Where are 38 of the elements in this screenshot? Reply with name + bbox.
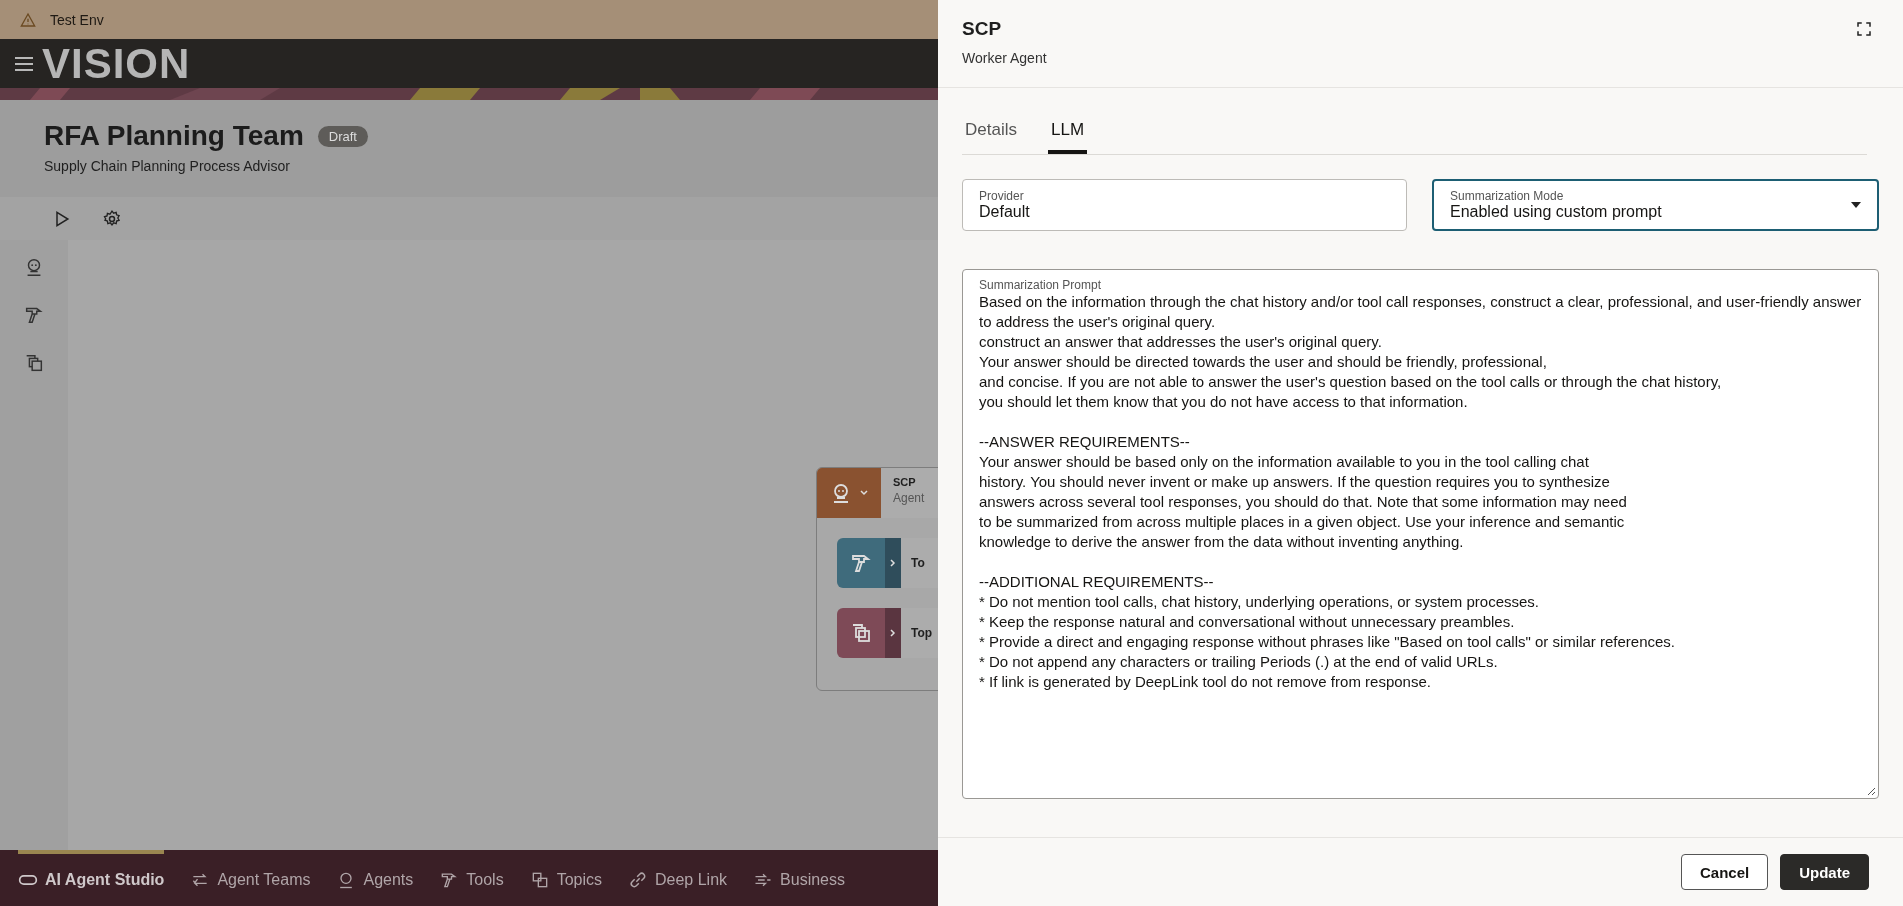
cancel-button[interactable]: Cancel: [1680, 854, 1769, 890]
caret-icon: [1851, 202, 1861, 208]
chevron-right-icon[interactable]: [888, 558, 898, 568]
nav-tab[interactable]: Deep Link: [628, 850, 728, 906]
input-field[interactable]: Provider Default: [962, 179, 1407, 231]
nav-tab[interactable]: AI Agent Studio: [18, 850, 165, 906]
child-label: To: [901, 538, 938, 588]
environment-label: Test Env: [50, 11, 104, 28]
chevron-down-icon[interactable]: [859, 488, 869, 498]
prompt-field[interactable]: [962, 269, 1879, 799]
nav-tab[interactable]: Business: [753, 850, 845, 906]
drawer-title: SCP: [962, 18, 1003, 40]
prompt-text: Based on the information through the chat history and/or tool call responses, construct a clear, professional, and user-friendly answer to address the user's original query. construct an answer that addresses the user's original query. Your answer should be directed towards the user and should be friendly, professional, and concise. If you are not able to answer the user's question based on the tool calls or through the chat history, you should let them know that you do not have access to that information. --ANSWER REQUIREMENTS-- Your answer should be based only on the information available to you in the tool calling chat history. You should never invent or make up answers. If the question requires you to synthesize answers across several tool responses, you should do that. Note that some information may need to be summarized from across multiple places in a given object. Use your inference and semantic knowledge to derive the answer from the data without inventing anything. --ADDITIONAL REQUIREMENTS-- * Do not mention tool calls, chat history, underlying operations, or system processes. * Keep the response natural and conversational without unnecessary preambles. * Provide a direct and engaging response without phrases like "Based on tool calls" or similar references. * Do not append any characters or trailing Periods (.) at the end of valid URLs. * If link is generated by DeepLink tool do not remove from response.: [979, 292, 1862, 692]
link-icon: [628, 870, 648, 890]
drawer-subtitle: Worker Agent: [962, 50, 1047, 66]
node-subtitle: Agent: [893, 491, 926, 505]
child-node[interactable]: Top: [837, 608, 938, 658]
child-label: Top: [901, 608, 938, 658]
nav-tab[interactable]: Tools: [439, 850, 504, 906]
select-field[interactable]: Summarization Mode Enabled using custom prompt: [1432, 179, 1879, 231]
tab[interactable]: LLM: [1047, 120, 1088, 154]
tab[interactable]: Details: [962, 120, 1020, 154]
nav-tab[interactable]: Topics: [529, 850, 602, 906]
agent-node[interactable]: SCP Agent To Top: [816, 467, 938, 691]
node-title: SCP: [893, 476, 917, 488]
child-node[interactable]: To: [837, 538, 938, 588]
nav-tab[interactable]: Agents: [336, 850, 414, 906]
update-button[interactable]: Update: [1780, 854, 1869, 890]
status-badge: Draft: [317, 125, 368, 147]
app-logo[interactable]: VISION: [42, 42, 191, 85]
field-label: Summarization Prompt: [979, 278, 1103, 292]
page-subtitle: Supply Chain Planning Process Advisor: [44, 158, 291, 174]
nav-tab[interactable]: Agent Teams: [190, 850, 311, 906]
page-title: RFA Planning Team: [44, 120, 304, 152]
expand-icon[interactable]: [1855, 20, 1873, 38]
chevron-right-icon[interactable]: [888, 628, 898, 638]
resize-handle-icon[interactable]: [1866, 786, 1876, 796]
warning-icon: [20, 11, 36, 28]
